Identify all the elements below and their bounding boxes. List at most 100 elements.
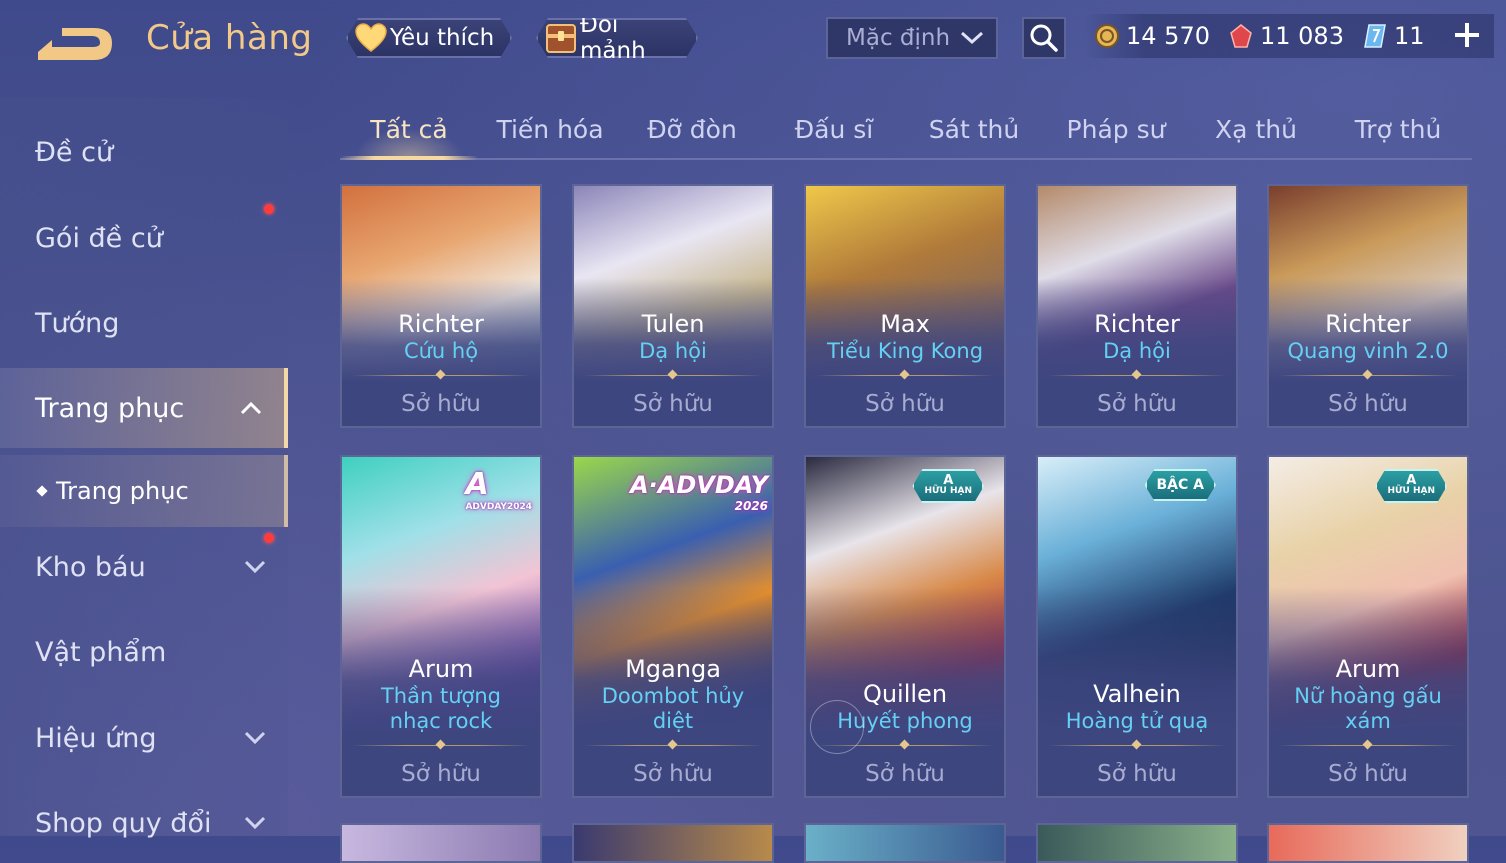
tier-badge-subtext: HỮU HẠN (1387, 486, 1435, 496)
tier-badge-text: A (943, 473, 954, 488)
token-amount: 11 (1393, 22, 1425, 50)
tab-assassin[interactable]: Sát thủ (904, 100, 1044, 158)
owned-status: Sở hữu (633, 761, 713, 787)
hero-name: Richter (398, 310, 484, 338)
sidebar-item-exchange-shop[interactable]: Shop quy đổi (0, 783, 288, 863)
token-currency: 11 (1362, 22, 1425, 50)
notification-dot (264, 204, 274, 214)
sort-selected-value: Mặc định (846, 25, 951, 51)
skin-card[interactable] (572, 823, 774, 863)
skin-card[interactable]: A ADVDAY2024 Arum Thần tượng nhạc rock S… (340, 455, 542, 798)
tab-all[interactable]: Tất cả (340, 100, 478, 160)
tab-support[interactable]: Trợ thủ (1328, 100, 1468, 158)
sidebar-subitem-skins[interactable]: Trang phục (0, 455, 288, 527)
event-logo-subtext: ADVDAY2024 (465, 502, 532, 512)
tier-badge: A HỮU HẠN (1375, 469, 1447, 503)
back-arrow-icon (38, 28, 112, 60)
blue-token-icon (1362, 23, 1388, 49)
tab-label: Xạ thủ (1215, 114, 1297, 144)
skin-card[interactable]: A HỮU HẠN Arum Nữ hoàng gấu xám Sở hữu (1267, 455, 1469, 798)
skin-card[interactable]: Richter Cứu hộ Sở hữu (340, 184, 542, 428)
sidebar-item-label: Tướng (35, 307, 120, 339)
tier-badge-text: BẬC A (1156, 477, 1204, 493)
tab-label: Đấu sĩ (794, 114, 874, 144)
owned-status: Sở hữu (401, 761, 481, 787)
tab-mage[interactable]: Pháp sư (1046, 100, 1186, 158)
gold-coin-icon (1094, 23, 1120, 49)
sort-dropdown[interactable]: Mặc định (826, 17, 998, 59)
currency-bar: 14 570 11 083 11 (1084, 14, 1494, 58)
skin-card[interactable] (804, 823, 1006, 863)
sidebar-item-recommended[interactable]: Đề cử (0, 112, 288, 192)
hero-name: Arum (1335, 655, 1401, 683)
gold-amount: 14 570 (1126, 22, 1210, 50)
chest-icon (544, 21, 578, 55)
skin-card[interactable]: Richter Dạ hội Sở hữu (1036, 184, 1238, 428)
tab-fighter[interactable]: Đấu sĩ (764, 100, 904, 158)
skin-name: Thần tượng nhạc rock (380, 684, 502, 733)
skin-card[interactable]: BẬC A Valhein Hoàng tử quạ Sở hữu (1036, 455, 1238, 798)
sidebar-item-heroes[interactable]: Tướng (0, 283, 288, 363)
add-currency-button[interactable] (1450, 18, 1484, 52)
tab-label: Trợ thủ (1354, 114, 1442, 144)
plus-icon (1455, 23, 1479, 47)
skin-card[interactable]: Richter Quang vinh 2.0 Sở hữu (1267, 184, 1469, 428)
page-title: Cửa hàng (146, 18, 313, 58)
sidebar-item-label: Gói đề cử (35, 222, 163, 254)
chevron-down-icon (244, 560, 266, 574)
skin-name: Hoàng tử quạ (1065, 709, 1209, 733)
skin-name: Cứu hộ (403, 339, 479, 363)
skin-card[interactable]: Max Tiểu King Kong Sở hữu (804, 184, 1006, 428)
sidebar-item-label: Kho báu (35, 551, 146, 583)
owned-status: Sở hữu (865, 391, 945, 417)
sidebar-subitem-label: Trang phục (56, 477, 189, 505)
owned-status: Sở hữu (1328, 391, 1408, 417)
heart-icon (354, 21, 388, 55)
skin-card[interactable]: Tulen Dạ hội Sở hữu (572, 184, 774, 428)
skin-card[interactable]: A HỮU HẠN Quillen Huyết phong Sở hữu (804, 455, 1006, 798)
owned-status: Sở hữu (1097, 391, 1177, 417)
divider (584, 740, 762, 752)
owned-status: Sở hữu (1328, 761, 1408, 787)
skin-name: Tiểu King Kong (826, 339, 984, 363)
chevron-down-icon (244, 816, 266, 830)
owned-status: Sở hữu (865, 761, 945, 787)
notification-dot (264, 533, 274, 543)
search-button[interactable] (1022, 17, 1066, 59)
sidebar-item-items[interactable]: Vật phẩm (0, 612, 288, 692)
hero-name: Quillen (862, 680, 948, 708)
tab-marksman[interactable]: Xạ thủ (1186, 100, 1326, 158)
owned-status: Sở hữu (1097, 761, 1177, 787)
favorites-label: Yêu thích (390, 25, 495, 51)
skin-card[interactable]: A·ADVDAY 2026 Mganga Doombot hủy diệt Sở… (572, 455, 774, 798)
sidebar-item-label: Vật phẩm (35, 636, 167, 668)
category-tabs: Tất cả Tiến hóa Đỡ đòn Đấu sĩ Sát thủ Ph… (340, 100, 1472, 160)
sidebar-item-treasure[interactable]: Kho báu (0, 527, 288, 607)
owned-status: Sở hữu (633, 391, 713, 417)
divider (1048, 740, 1226, 752)
tab-tank[interactable]: Đỡ đòn (622, 100, 762, 158)
divider (584, 370, 762, 382)
skin-card[interactable] (1267, 823, 1469, 863)
skin-name: Dạ hội (1103, 339, 1171, 363)
skin-card[interactable] (340, 823, 542, 863)
tier-badge: A HỮU HẠN (912, 469, 984, 503)
skin-name: Doombot hủy diệt (601, 684, 745, 733)
gold-currency: 14 570 (1094, 22, 1210, 50)
exchange-shards-button[interactable]: Đổi mảnh (536, 18, 698, 58)
tier-badge-text: A (1406, 473, 1417, 488)
event-logo-subtext: 2026 (734, 499, 768, 513)
sidebar-item-label: Shop quy đổi (35, 807, 212, 839)
sidebar-item-skins[interactable]: Trang phục (0, 368, 288, 448)
hero-name: Richter (1325, 310, 1411, 338)
tab-label: Tất cả (370, 114, 448, 144)
event-logo-text: A (465, 467, 489, 502)
favorites-button[interactable]: Yêu thích (346, 18, 512, 58)
sidebar-item-recommended-bundles[interactable]: Gói đề cử (0, 198, 288, 278)
sidebar-item-effects[interactable]: Hiệu ứng (0, 698, 288, 778)
back-button[interactable] (34, 22, 118, 66)
tab-evolution[interactable]: Tiến hóa (480, 100, 620, 158)
skin-card[interactable] (1036, 823, 1238, 863)
event-logo-text: A·ADVDAY (630, 471, 768, 499)
hero-name: Max (880, 310, 930, 338)
